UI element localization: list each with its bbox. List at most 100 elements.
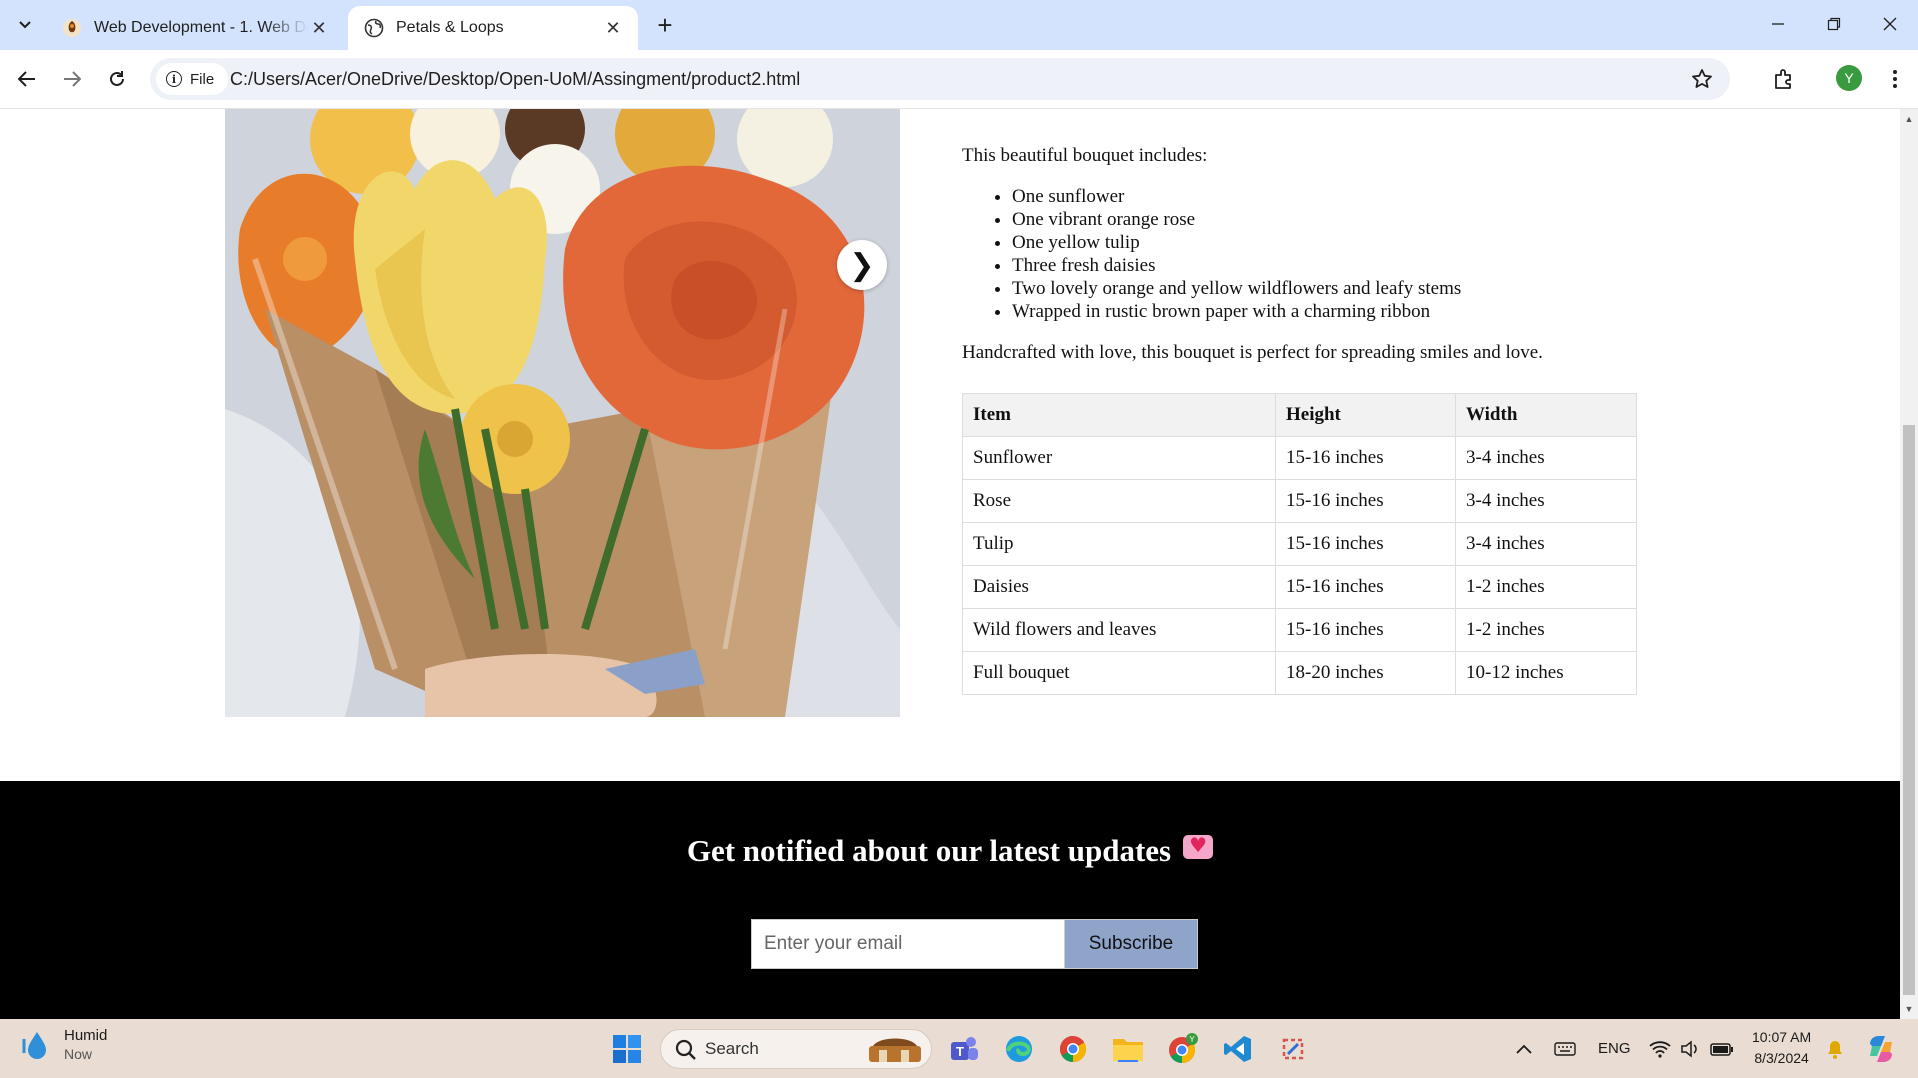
battery-icon[interactable] [1710,1019,1734,1078]
search-icon [675,1039,696,1060]
new-tab-button[interactable]: + [650,10,680,40]
course-favicon-icon [63,19,81,37]
table-cell: 3-4 inches [1455,436,1637,480]
weather-subtitle: Now [64,1046,93,1062]
table-cell: Sunflower [962,436,1276,480]
edge-icon[interactable] [1001,1031,1037,1067]
table-cell: 15-16 inches [1275,479,1456,523]
snipping-tool-icon[interactable] [1275,1031,1311,1067]
windows-taskbar: Humid Now Search T Y ENG 10:07 AM 8/3/20… [0,1019,1918,1078]
language-indicator[interactable]: ENG [1598,1019,1631,1078]
start-icon[interactable] [609,1031,645,1067]
tab-title: Web Development - 1. Web Development [94,19,308,36]
bouquet-closing-text: Handcrafted with love, this bouquet is p… [962,342,1543,363]
table-row: Daisies 15-16 inches 1-2 inches [962,565,1637,609]
scroll-up-icon[interactable]: ▲ [1900,111,1918,127]
file-explorer-icon[interactable] [1110,1031,1146,1067]
keyboard-icon[interactable] [1554,1019,1576,1078]
list-item: Three fresh daisies [1012,254,1662,277]
tab-web-development[interactable]: Web Development - 1. Web Development ✕ [46,6,344,50]
address-bar[interactable]: i File C:/Users/Acer/OneDrive/Desktop/Op… [150,58,1730,100]
volume-icon[interactable] [1680,1019,1700,1078]
svg-text:T: T [956,1044,964,1059]
svg-text:Y: Y [1189,1035,1195,1044]
table-cell: 15-16 inches [1275,608,1456,652]
scroll-down-icon[interactable]: ▼ [1900,1001,1918,1017]
reload-icon[interactable] [99,61,135,97]
table-cell: 1-2 inches [1455,565,1637,609]
info-icon: i [166,71,182,87]
table-header-row: Item Height Width [962,393,1637,437]
chrome-icon[interactable] [1055,1031,1091,1067]
browser-tab-strip: Web Development - 1. Web Development ✕ P… [0,0,1918,50]
tab-close-icon[interactable]: ✕ [602,17,624,39]
product-description: This beautiful bouquet includes: One sun… [962,145,1662,364]
back-arrow-icon[interactable] [9,61,45,97]
kebab-menu-icon[interactable] [1880,61,1910,97]
list-item: Wrapped in rustic brown paper with a cha… [1012,300,1662,323]
copilot-icon[interactable] [1866,1019,1896,1078]
table-row: Wild flowers and leaves 15-16 inches 1-2… [962,608,1637,652]
forward-arrow-icon[interactable] [54,61,90,97]
column-header: Item [962,393,1276,437]
newsletter-footer: Get notified about our latest updates Su… [0,781,1900,1019]
table-cell: 10-12 inches [1455,651,1637,695]
list-item: One sunflower [1012,185,1662,208]
profile-avatar[interactable]: Y [1836,65,1862,91]
table-cell: 3-4 inches [1455,479,1637,523]
table-cell: Tulip [962,522,1276,566]
table-cell: Rose [962,479,1276,523]
list-item: One vibrant orange rose [1012,208,1662,231]
taskbar-search[interactable]: Search [660,1029,932,1069]
system-clock[interactable]: 10:07 AM 8/3/2024 [1752,1027,1811,1069]
tab-close-icon[interactable]: ✕ [308,17,330,39]
clock-time: 10:07 AM [1752,1029,1812,1045]
list-item: Two lovely orange and yellow wildflowers… [1012,277,1662,300]
clock-date: 8/3/2024 [1754,1050,1809,1066]
tab-search-icon[interactable] [10,10,40,40]
wifi-icon[interactable] [1649,1019,1671,1078]
tab-petals-and-loops[interactable]: Petals & Loops ✕ [348,6,638,50]
table-row: Tulip 15-16 inches 3-4 inches [962,522,1637,566]
extensions-icon[interactable] [1766,61,1802,97]
weather-title: Humid [64,1027,108,1044]
teams-icon[interactable]: T [946,1031,982,1067]
search-highlight-icon [869,1038,921,1062]
carousel-next-button[interactable]: ❯ [837,240,887,290]
site-info-chip[interactable]: i File [156,63,229,95]
weather-widget[interactable]: Humid Now [20,1027,107,1062]
scroll-thumb[interactable] [1903,425,1915,995]
table-cell: Wild flowers and leaves [962,608,1276,652]
email-input[interactable] [751,919,1064,969]
bouquet-contents-list: One sunflower One vibrant orange rose On… [962,185,1662,323]
bookmark-star-icon[interactable] [1690,67,1714,91]
notification-bell-icon[interactable] [1826,1019,1844,1078]
table-row: Full bouquet 18-20 inches 10-12 inches [962,651,1637,695]
table-cell: Full bouquet [962,651,1276,695]
table-cell: 15-16 inches [1275,565,1456,609]
browser-toolbar: i File C:/Users/Acer/OneDrive/Desktop/Op… [0,50,1918,109]
column-header: Width [1455,393,1637,437]
table-cell: Daisies [962,565,1276,609]
list-item: One yellow tulip [1012,231,1662,254]
table-row: Rose 15-16 inches 3-4 inches [962,479,1637,523]
chrome-active-icon[interactable]: Y [1165,1031,1201,1067]
tab-title: Petals & Loops [396,19,504,36]
search-placeholder: Search [705,1039,759,1058]
url-text[interactable]: C:/Users/Acer/OneDrive/Desktop/Open-UoM/… [230,58,800,100]
close-icon[interactable] [1862,6,1918,42]
subscribe-button[interactable]: Subscribe [1064,919,1198,969]
page-viewport: ❯ This beautiful bouquet includes: One s… [0,109,1900,1019]
vscode-icon[interactable] [1220,1031,1256,1067]
table-cell: 15-16 inches [1275,522,1456,566]
newsletter-heading-text: Get notified about our latest updates [686,833,1172,868]
restore-icon[interactable] [1806,6,1862,42]
table-cell: 1-2 inches [1455,608,1637,652]
bouquet-intro: This beautiful bouquet includes: [962,145,1208,166]
table-cell: 3-4 inches [1455,522,1637,566]
minimize-icon[interactable] [1750,6,1806,42]
page-scrollbar[interactable]: ▲ ▼ [1900,109,1918,1019]
table-row: Sunflower 15-16 inches 3-4 inches [962,436,1637,480]
size-table: Item Height Width Sunflower 15-16 inches… [962,393,1637,695]
chevron-up-icon[interactable] [1516,1019,1532,1078]
